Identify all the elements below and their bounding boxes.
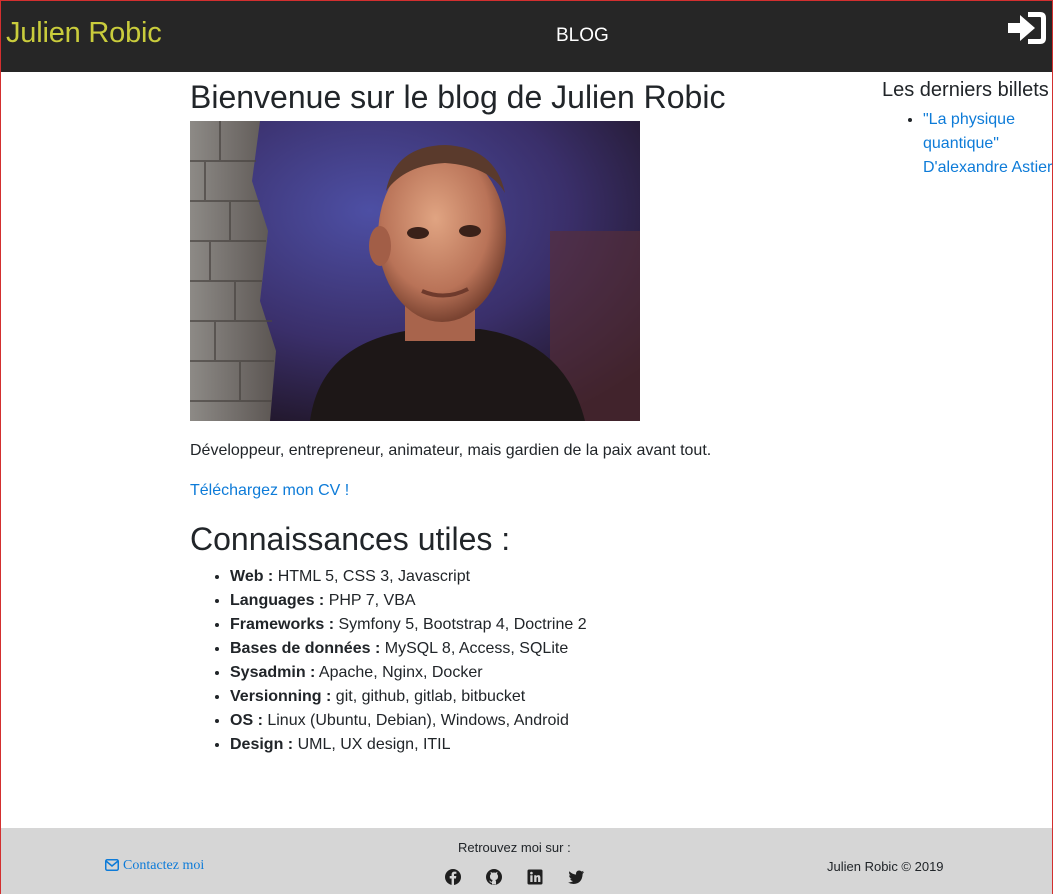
skill-value: Symfony 5, Bootstrap 4, Doctrine 2 — [338, 616, 587, 633]
brand-link[interactable]: Julien Robic — [6, 15, 162, 51]
skill-value: Apache, Nginx, Docker — [318, 664, 483, 681]
latest-posts-list: "La physique quantique" D'alexandre Asti… — [883, 108, 1053, 180]
download-cv-link[interactable]: Téléchargez mon CV ! — [190, 480, 349, 502]
skill-value: PHP 7, VBA — [328, 592, 416, 609]
envelope-icon — [105, 859, 119, 871]
nav-blog-link[interactable]: BLOG — [556, 23, 609, 49]
list-item: Languages : PHP 7, VBA — [230, 589, 587, 613]
skill-label: Languages : — [230, 592, 325, 609]
portrait-photo — [190, 121, 640, 421]
skill-label: Versionning : — [230, 688, 332, 705]
skill-value: HTML 5, CSS 3, Javascript — [277, 568, 471, 585]
list-item: "La physique quantique" D'alexandre Asti… — [923, 108, 1053, 180]
intro-text: Développeur, entrepreneur, animateur, ma… — [190, 442, 712, 459]
skill-value: MySQL 8, Access, SQLite — [384, 640, 569, 657]
github-icon[interactable] — [485, 868, 503, 886]
skill-label: Design : — [230, 736, 294, 753]
list-item: Sysadmin : Apache, Nginx, Docker — [230, 661, 587, 685]
skill-label: Web : — [230, 568, 274, 585]
skill-label: Sysadmin : — [230, 664, 316, 681]
skill-value: git, github, gitlab, bitbucket — [335, 688, 526, 705]
list-item: Web : HTML 5, CSS 3, Javascript — [230, 565, 587, 589]
sign-in-icon[interactable] — [1006, 10, 1048, 46]
contact-label: Contactez moi — [123, 858, 205, 873]
list-item: Bases de données : MySQL 8, Access, SQLi… — [230, 637, 587, 661]
list-item: Versionning : git, github, gitlab, bitbu… — [230, 685, 587, 709]
list-item: Frameworks : Symfony 5, Bootstrap 4, Doc… — [230, 613, 587, 637]
list-item: OS : Linux (Ubuntu, Debian), Windows, An… — [230, 709, 587, 733]
footer: Contactez moi Retrouvez moi sur : Julien… — [1, 828, 1052, 894]
facebook-icon[interactable] — [444, 868, 462, 886]
navbar: Julien Robic BLOG — [1, 1, 1052, 72]
skills-list: Web : HTML 5, CSS 3, Javascript Language… — [190, 565, 587, 757]
latest-posts-title: Les derniers billets : — [882, 79, 1053, 101]
skill-label: Bases de données : — [230, 640, 381, 657]
twitter-icon[interactable] — [567, 868, 585, 886]
find-me-label: Retrouvez moi sur : — [458, 840, 571, 855]
contact-link[interactable]: Contactez moi — [105, 857, 204, 875]
copyright-text: Julien Robic © 2019 — [827, 859, 944, 874]
list-item: Design : UML, UX design, ITIL — [230, 733, 587, 757]
skills-title: Connaissances utiles : — [190, 521, 511, 557]
post-link[interactable]: "La physique quantique" D'alexandre Asti… — [923, 111, 1052, 176]
skill-value: Linux (Ubuntu, Debian), Windows, Android — [267, 712, 569, 729]
skill-label: OS : — [230, 712, 263, 729]
skill-value: UML, UX design, ITIL — [297, 736, 451, 753]
skill-label: Frameworks : — [230, 616, 335, 633]
page-title: Bienvenue sur le blog de Julien Robic — [190, 79, 726, 115]
linkedin-icon[interactable] — [526, 868, 544, 886]
